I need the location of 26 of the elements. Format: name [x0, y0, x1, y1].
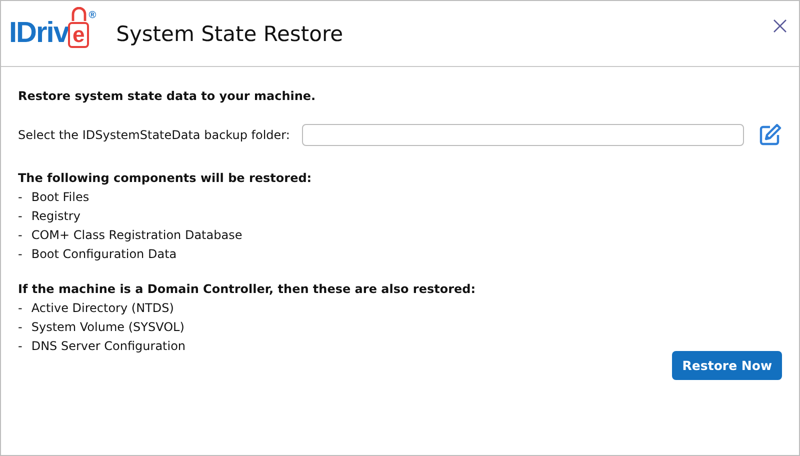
bullet: -	[18, 320, 22, 334]
component-item: System Volume (SYSVOL)	[31, 320, 184, 334]
bullet: -	[18, 301, 22, 315]
section-heading: If the machine is a Domain Controller, then these are also restored:	[18, 282, 477, 296]
edit-icon[interactable]	[758, 123, 782, 147]
component-item: Active Directory (NTDS)	[31, 301, 174, 315]
component-item: Registry	[31, 209, 80, 223]
bullet: -	[18, 209, 22, 223]
component-item: COM+ Class Registration Database	[31, 228, 242, 242]
component-item: Boot Files	[31, 190, 90, 204]
component-item: Boot Configuration Data	[31, 247, 177, 261]
component-item: DNS Server Configuration	[31, 339, 186, 353]
window-title: System State Restore	[116, 22, 344, 46]
heading: Restore system state data to your machine.	[18, 89, 317, 103]
restore-button[interactable]: Restore Now	[672, 351, 782, 380]
registered-mark: ®	[88, 11, 96, 21]
section-heading: The following components will be restored:	[18, 171, 313, 185]
bullet: -	[18, 228, 22, 242]
bullet: -	[18, 247, 22, 261]
logo-letter: e	[68, 22, 89, 48]
folder-field[interactable]	[302, 124, 744, 146]
bullet: -	[18, 190, 22, 204]
close-icon[interactable]	[771, 16, 789, 34]
folder-label: Select the IDSystemStateData backup folder:	[18, 128, 290, 142]
bullet: -	[18, 339, 22, 353]
logo-text: IDriv	[9, 19, 68, 48]
